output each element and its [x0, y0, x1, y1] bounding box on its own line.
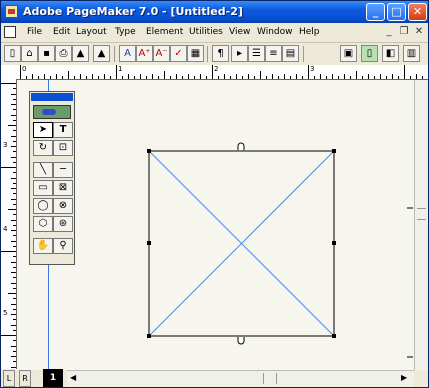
open-icon[interactable]: ⌂: [21, 45, 38, 62]
picture-icon[interactable]: ▦: [187, 45, 204, 62]
ruler-label: 4: [3, 225, 8, 233]
rotate-tool-icon[interactable]: ↻: [33, 140, 53, 156]
scroll-down-button[interactable]: [414, 356, 428, 370]
zoom-tool-icon[interactable]: ⚲: [53, 238, 73, 254]
right-master-page-button[interactable]: R: [19, 370, 31, 387]
layout-canvas[interactable]: [17, 80, 414, 370]
polygon-tool-icon[interactable]: ⬡: [33, 216, 53, 232]
print-icon[interactable]: ⎙: [55, 45, 72, 62]
window-title: Adobe PageMaker 7.0 - [Untitled-2]: [23, 5, 243, 18]
toolbox-preview-icon: [33, 105, 71, 119]
title-bar[interactable]: Adobe PageMaker 7.0 - [Untitled-2] _ □ ✕: [1, 1, 428, 23]
doc-minimize-button[interactable]: _: [383, 26, 395, 38]
menu-element[interactable]: Element: [146, 27, 183, 37]
selection-handle[interactable]: [147, 149, 151, 153]
windowshade-handle-top[interactable]: [237, 142, 245, 150]
document-icon[interactable]: [4, 26, 16, 38]
indent-icon[interactable]: ▸: [231, 45, 248, 62]
binoculars-icon[interactable]: ▲: [93, 45, 110, 62]
doc-close-button[interactable]: ✕: [413, 26, 425, 38]
styles-icon[interactable]: ▤: [282, 45, 299, 62]
font-icon[interactable]: A: [119, 45, 136, 62]
scroll-left-icon[interactable]: ◀: [70, 373, 76, 382]
vertical-scrollbar[interactable]: [414, 80, 428, 370]
find-icon[interactable]: ▲: [72, 45, 89, 62]
pointer-tool-icon[interactable]: ➤: [33, 122, 53, 138]
menu-help[interactable]: Help: [299, 27, 320, 37]
paragraph-icon[interactable]: ¶: [212, 45, 229, 62]
font-shrink-icon[interactable]: A⁻: [153, 45, 170, 62]
selection-handle[interactable]: [147, 334, 151, 338]
horizontal-ruler-ticks: [20, 65, 423, 79]
minimize-button[interactable]: _: [366, 3, 385, 21]
toolbar-separator: [303, 46, 304, 62]
layers-icon[interactable]: ◧: [382, 45, 399, 62]
ruler-label: 0: [22, 65, 27, 73]
left-master-page-button[interactable]: L: [3, 370, 15, 387]
menu-bar: File Edit Layout Type Element Utilities …: [1, 23, 428, 43]
windowshade-handle-bottom[interactable]: [237, 337, 245, 345]
ruler-label: 2: [214, 65, 219, 73]
hand-tool-icon[interactable]: ✋: [33, 238, 53, 254]
horizontal-scrollbar[interactable]: ◀ ▶: [67, 370, 414, 387]
crop-tool-icon[interactable]: ⊡: [53, 140, 73, 156]
frame-icon[interactable]: ▣: [340, 45, 357, 62]
bullets-icon[interactable]: ☰: [248, 45, 265, 62]
menu-view[interactable]: View: [229, 27, 250, 37]
selection-handle[interactable]: [332, 241, 336, 245]
toolbar: ▯ ⌂ ▪ ⎙ ▲ ▲ A A⁺ A⁻ ✓ ▦ ¶ ▸ ☰ ≡ ▤ ▣ ▯ ◧ …: [1, 43, 428, 66]
vertical-scroll-thumb[interactable]: [417, 208, 426, 220]
vertical-ruler-ticks: [1, 83, 16, 368]
graphics-frame[interactable]: [17, 80, 414, 370]
rectangle-tool-icon[interactable]: ▭: [33, 180, 53, 196]
ruler-label: 3: [3, 141, 8, 149]
toolbox-title-bar[interactable]: [31, 93, 73, 101]
mode-icon[interactable]: ▥: [403, 45, 420, 62]
selection-handle[interactable]: [332, 149, 336, 153]
text-tool-icon[interactable]: T: [53, 122, 73, 138]
ruler-label: 3: [310, 65, 315, 73]
menu-layout[interactable]: Layout: [76, 27, 107, 37]
ruler-label: 5: [3, 309, 8, 317]
maximize-button[interactable]: □: [387, 3, 406, 21]
app-window: Adobe PageMaker 7.0 - [Untitled-2] _ □ ✕…: [0, 0, 429, 388]
new-icon[interactable]: ▯: [4, 45, 21, 62]
toolbar-separator: [207, 46, 208, 62]
spellcheck-icon[interactable]: ✓: [170, 45, 187, 62]
page-1-icon[interactable]: 1: [43, 369, 63, 387]
ruler-origin[interactable]: [1, 65, 17, 80]
page-icon[interactable]: ▯: [361, 45, 378, 62]
toolbar-separator: [114, 46, 115, 62]
vertical-ruler[interactable]: 3 4 5: [1, 79, 17, 369]
selection-handle[interactable]: [147, 241, 151, 245]
ellipse-frame-tool-icon[interactable]: ⊗: [53, 198, 73, 214]
close-button[interactable]: ✕: [408, 3, 427, 21]
menu-window[interactable]: Window: [257, 27, 293, 37]
polygon-frame-tool-icon[interactable]: ⊛: [53, 216, 73, 232]
scroll-right-icon[interactable]: ▶: [401, 373, 407, 382]
horizontal-scroll-thumb[interactable]: [263, 373, 277, 384]
pagemaker-app-icon[interactable]: [5, 5, 18, 18]
rectangle-frame-tool-icon[interactable]: ⊠: [53, 180, 73, 196]
font-grow-icon[interactable]: A⁺: [136, 45, 153, 62]
toolbox-palette[interactable]: ➤ T ↻ ⊡ ╲ ─ ▭ ⊠ ◯ ⊗ ⬡ ⊛ ✋ ⚲: [29, 91, 75, 265]
horizontal-ruler[interactable]: 0 1 2 3: [16, 65, 428, 80]
ruler-label: 1: [118, 65, 123, 73]
menu-utilities[interactable]: Utilities: [189, 27, 223, 37]
align-icon[interactable]: ≡: [265, 45, 282, 62]
selection-handle[interactable]: [332, 334, 336, 338]
doc-restore-button[interactable]: ❐: [398, 26, 410, 38]
menu-file[interactable]: File: [27, 27, 42, 37]
constrained-line-tool-icon[interactable]: ─: [53, 162, 73, 178]
save-icon[interactable]: ▪: [38, 45, 55, 62]
menu-type[interactable]: Type: [115, 27, 136, 37]
line-tool-icon[interactable]: ╲: [33, 162, 53, 178]
menu-edit[interactable]: Edit: [53, 27, 70, 37]
ellipse-tool-icon[interactable]: ◯: [33, 198, 53, 214]
